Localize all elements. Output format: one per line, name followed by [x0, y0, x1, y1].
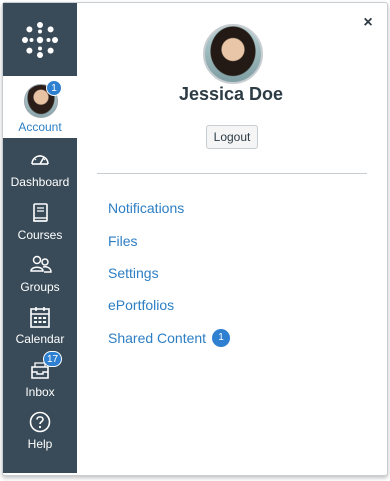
divider	[97, 173, 367, 174]
courses-icon	[33, 203, 48, 222]
canvas-logo[interactable]	[3, 3, 77, 76]
help-icon	[29, 411, 51, 433]
nav-item-label: Help	[27, 437, 53, 451]
nav-item-label: Groups	[20, 280, 60, 294]
nav-item-label: Inbox	[25, 385, 55, 399]
nav-item-dashboard[interactable]: Dashboard	[3, 145, 77, 198]
nav-item-label: Dashboard	[10, 175, 70, 189]
nav-item-account[interactable]: 1 Account	[3, 76, 77, 138]
inbox-unread-badge: 17	[43, 351, 63, 367]
canvas-logo-icon	[22, 21, 58, 58]
logout-button[interactable]: Logout	[206, 125, 258, 149]
link-settings[interactable]: Settings	[108, 265, 159, 281]
nav-item-calendar[interactable]: Calendar	[3, 302, 77, 355]
nav-item-label: Calendar	[15, 332, 65, 346]
close-button[interactable]: ×	[358, 13, 378, 33]
user-name: Jessica Doe	[178, 84, 284, 104]
global-navigation: 1 Account Dashboard Courses Groups Calen…	[3, 3, 77, 473]
dashboard-icon	[31, 155, 49, 165]
link-notifications[interactable]: Notifications	[108, 200, 184, 216]
shared-content-badge: 1	[212, 329, 230, 347]
account-badge: 1	[46, 80, 62, 96]
nav-item-inbox[interactable]: 17 Inbox	[3, 351, 77, 408]
profile-avatar	[203, 24, 263, 84]
calendar-icon	[30, 307, 50, 328]
nav-item-label: Courses	[17, 228, 63, 242]
nav-item-help[interactable]: Help	[3, 407, 77, 460]
nav-item-groups[interactable]: Groups	[3, 250, 77, 303]
link-eportfolios[interactable]: ePortfolios	[108, 297, 174, 313]
groups-icon	[30, 255, 52, 273]
nav-item-label: Account	[18, 120, 62, 134]
link-shared-content[interactable]: Shared Content	[108, 330, 206, 346]
nav-item-courses[interactable]: Courses	[3, 198, 77, 251]
link-files[interactable]: Files	[108, 233, 138, 249]
